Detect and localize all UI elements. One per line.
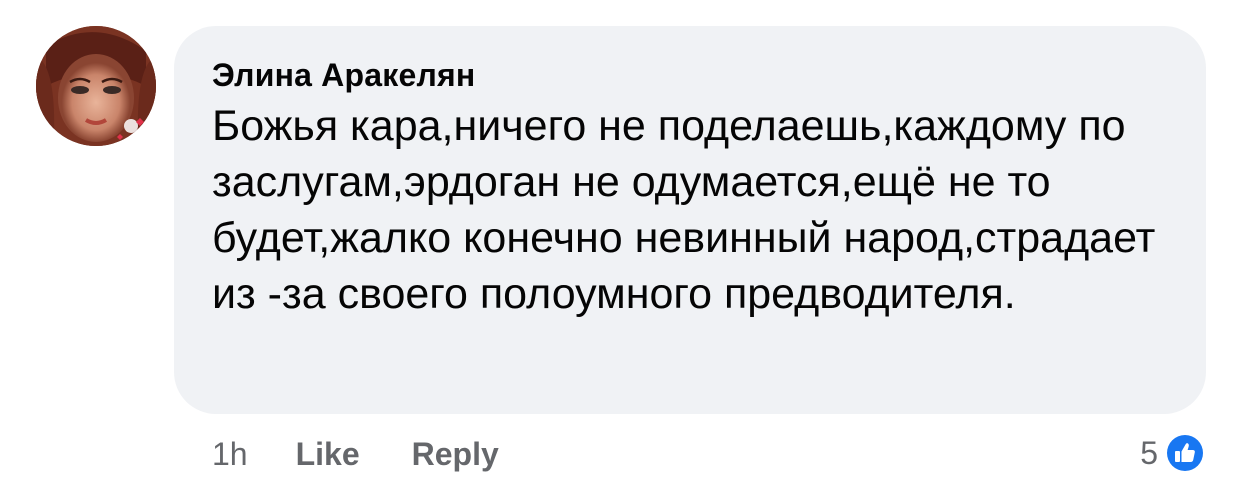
comment-text: Божья кара,ничего не поделаешь,каждому п…: [212, 102, 1156, 318]
like-thumb-icon: [1164, 432, 1206, 474]
avatar-photo: [36, 26, 156, 146]
comment-timestamp[interactable]: 1h: [212, 436, 248, 473]
avatar[interactable]: [36, 26, 156, 146]
reply-button[interactable]: Reply: [412, 436, 499, 473]
reaction-count: 5: [1140, 434, 1158, 471]
comment-author-name[interactable]: Элина Аракелян: [212, 54, 1170, 96]
reaction-summary[interactable]: 5: [1140, 430, 1206, 476]
comment-actions: 1h Like Reply: [212, 432, 551, 476]
like-button[interactable]: Like: [296, 436, 360, 473]
comment-bubble: Элина Аракелян Божья кара,ничего не поде…: [174, 26, 1206, 414]
